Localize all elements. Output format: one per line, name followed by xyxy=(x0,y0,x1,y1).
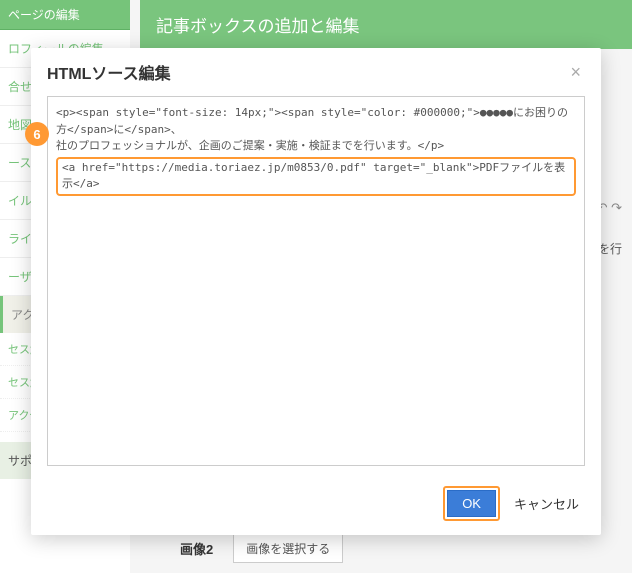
html-source-textarea[interactable]: <p><span style="font-size: 14px;"><span … xyxy=(47,96,585,466)
modal-title: HTMLソース編集 xyxy=(47,60,171,84)
close-icon[interactable]: × xyxy=(566,62,585,83)
select-image-button[interactable]: 画像を選択する xyxy=(233,534,343,563)
cancel-button[interactable]: キャンセル xyxy=(508,489,585,518)
image-row: 画像2 画像を選択する xyxy=(180,534,343,563)
image-label: 画像2 xyxy=(180,539,213,558)
ok-button[interactable]: OK xyxy=(447,490,496,517)
ok-button-highlight: OK xyxy=(443,486,500,521)
modal-body: 6 <p><span style="font-size: 14px;"><spa… xyxy=(31,96,601,476)
sidebar-header: ページの編集 xyxy=(0,0,130,30)
modal-header: HTMLソース編集 × xyxy=(31,48,601,96)
step-badge: 6 xyxy=(25,122,49,146)
modal-footer: OK キャンセル xyxy=(31,476,601,535)
page-title: 記事ボックスの追加と編集 xyxy=(140,0,632,49)
highlighted-anchor-line: <a href="https://media.toriaez.jp/m0853/… xyxy=(56,157,576,196)
html-source-modal: HTMLソース編集 × 6 <p><span style="font-size:… xyxy=(31,48,601,535)
modal-overlay: HTMLソース編集 × 6 <p><span style="font-size:… xyxy=(0,0,632,573)
source-line-2: 社のプロフェッショナルが、企画のご提案・実施・検証までを行います。</p> xyxy=(56,138,576,155)
source-line-1: <p><span style="font-size: 14px;"><span … xyxy=(56,105,576,138)
